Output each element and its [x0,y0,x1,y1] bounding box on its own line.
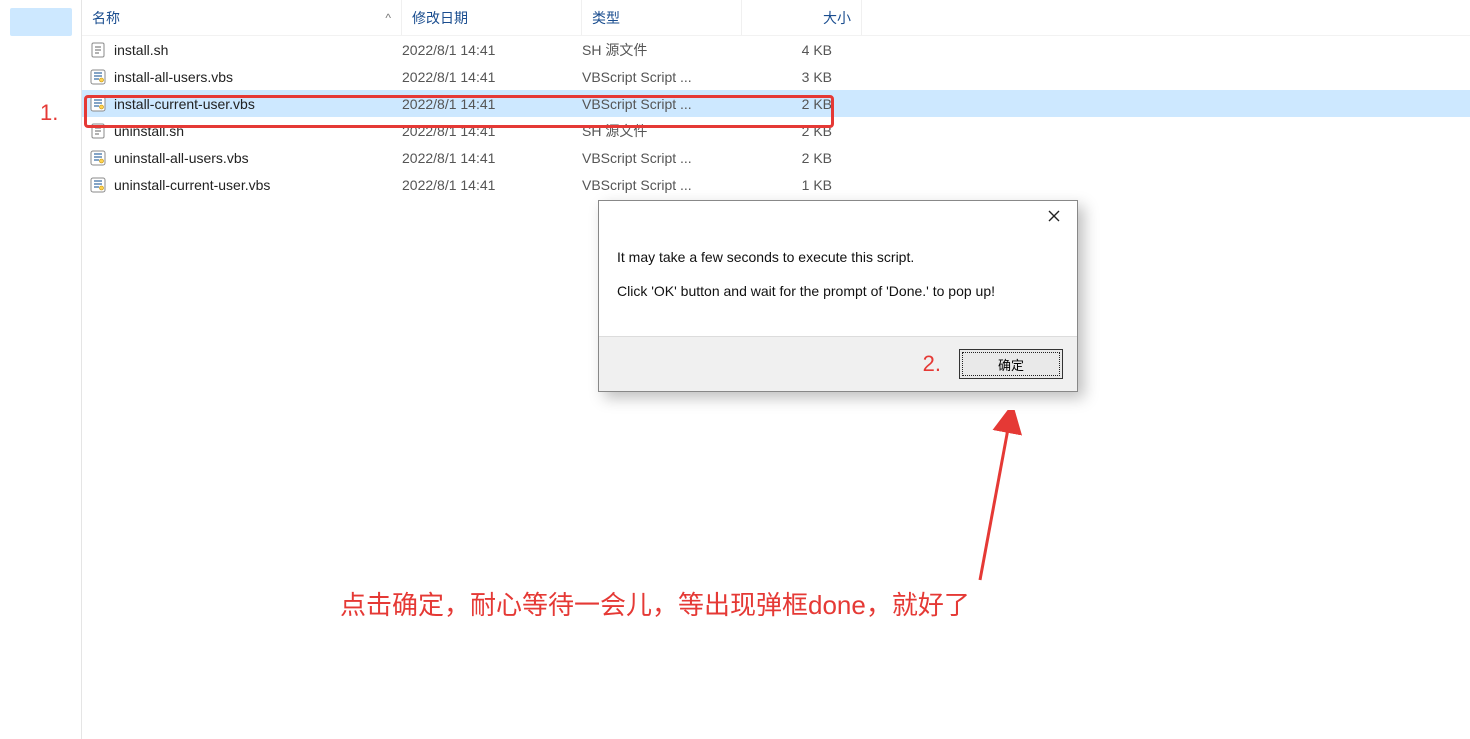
file-name: install.sh [114,42,168,58]
file-type: SH 源文件 [582,117,742,144]
vbscript-file-icon [88,94,108,114]
file-row[interactable]: install-current-user.vbs 2022/8/1 14:41VB… [82,90,1470,117]
file-name: uninstall-all-users.vbs [114,150,249,166]
header-size-label: 大小 [823,8,851,28]
dialog-close-button[interactable] [1031,201,1077,231]
file-row[interactable]: uninstall-current-user.vbs 2022/8/1 14:41… [82,171,1470,198]
file-size: 4 KB [742,36,832,63]
file-row[interactable]: uninstall.sh 2022/8/1 14:41SH 源文件2 KB [82,117,1470,144]
column-headers: 名称 ^ 修改日期 类型 大小 [82,0,1470,36]
file-date: 2022/8/1 14:41 [402,90,582,117]
header-type[interactable]: 类型 [582,0,742,35]
vbscript-file-icon [88,67,108,87]
file-name-cell: uninstall-all-users.vbs [88,144,402,171]
file-name: uninstall-current-user.vbs [114,177,270,193]
file-name: uninstall.sh [114,123,184,139]
sh-file-icon [88,121,108,141]
header-date-label: 修改日期 [412,8,468,28]
annotation-step-1: 1. [40,100,58,126]
file-date: 2022/8/1 14:41 [402,63,582,90]
file-row[interactable]: install-all-users.vbs 2022/8/1 14:41VBScr… [82,63,1470,90]
nav-selected-item[interactable] [10,8,72,36]
dialog-body: It may take a few seconds to execute thi… [599,237,1077,336]
annotation-caption: 点击确定，耐心等待一会儿，等出现弹框done，就好了 [340,585,970,622]
file-name-cell: install-current-user.vbs [88,90,402,117]
file-date: 2022/8/1 14:41 [402,36,582,63]
header-name-label: 名称 [92,8,120,28]
file-type: VBScript Script ... [582,63,742,90]
close-icon [1046,208,1062,224]
vbscript-file-icon [88,148,108,168]
annotation-step-2: 2. [923,351,941,377]
message-dialog: It may take a few seconds to execute thi… [598,200,1078,392]
header-size[interactable]: 大小 [742,0,862,35]
file-name-cell: install-all-users.vbs [88,63,402,90]
dialog-footer: 2. 确定 [599,336,1077,391]
file-type: VBScript Script ... [582,171,742,198]
dialog-ok-button[interactable]: 确定 [959,349,1063,379]
file-type: VBScript Script ... [582,144,742,171]
sort-indicator-icon: ^ [385,11,391,25]
header-name[interactable]: 名称 ^ [82,0,402,35]
file-name-cell: uninstall.sh [88,117,402,144]
header-date[interactable]: 修改日期 [402,0,582,35]
file-name-cell: install.sh [88,36,402,63]
file-date: 2022/8/1 14:41 [402,144,582,171]
file-size: 2 KB [742,90,832,117]
file-size: 3 KB [742,63,832,90]
sh-file-icon [88,40,108,60]
dialog-titlebar [599,201,1077,237]
header-type-label: 类型 [592,8,620,28]
file-type: VBScript Script ... [582,90,742,117]
file-name: install-current-user.vbs [114,96,255,112]
file-type: SH 源文件 [582,36,742,63]
file-list: install.sh2022/8/1 14:41SH 源文件4 KBinstal… [82,36,1470,198]
file-row[interactable]: uninstall-all-users.vbs 2022/8/1 14:41VBS… [82,144,1470,171]
file-date: 2022/8/1 14:41 [402,117,582,144]
file-size: 2 KB [742,144,832,171]
file-date: 2022/8/1 14:41 [402,171,582,198]
dialog-text-line2: Click 'OK' button and wait for the promp… [617,275,1059,309]
file-size: 2 KB [742,117,832,144]
file-row[interactable]: install.sh 2022/8/1 14:41SH 源文件4 KB [82,36,1470,63]
file-name: install-all-users.vbs [114,69,233,85]
file-name-cell: uninstall-current-user.vbs [88,171,402,198]
vbscript-file-icon [88,175,108,195]
dialog-text-line1: It may take a few seconds to execute thi… [617,241,1059,275]
file-size: 1 KB [742,171,832,198]
